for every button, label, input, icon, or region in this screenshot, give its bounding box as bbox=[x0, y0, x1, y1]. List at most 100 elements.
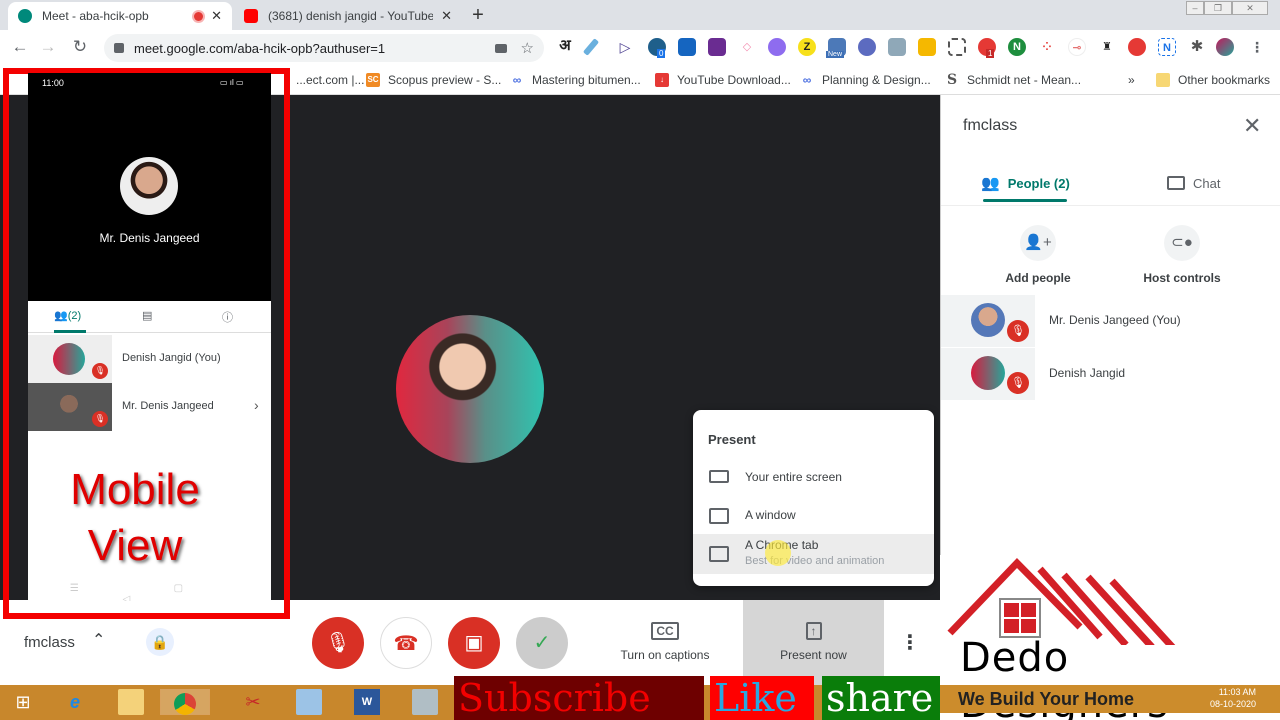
bookmark-item[interactable]: ↓ YouTube Download... bbox=[655, 72, 791, 88]
participant-row[interactable]: 🎙 Denish Jangid bbox=[941, 348, 1280, 400]
present-entire-screen[interactable]: Your entire screen bbox=[693, 460, 934, 496]
mobile-time: 11:00 bbox=[42, 78, 64, 88]
browser-toolbar: ← → ↻ meet.google.com/aba-hcik-opb?authu… bbox=[0, 30, 1280, 65]
mobile-tab-people[interactable]: 👥(2) bbox=[54, 309, 81, 322]
bookmark-item[interactable]: S Schmidt net - Mean... bbox=[945, 72, 1081, 88]
new-tab-button[interactable]: + bbox=[468, 5, 488, 26]
tab-title: Meet - aba-hcik-opb bbox=[42, 9, 149, 23]
close-tab-icon[interactable]: ✕ bbox=[211, 8, 222, 24]
present-window[interactable]: A window bbox=[693, 498, 934, 534]
extension-icon[interactable] bbox=[888, 38, 906, 56]
bookmark-item[interactable]: SC Scopus preview - S... bbox=[366, 72, 501, 88]
tab-meet[interactable]: Meet - aba-hcik-opb ✕ bbox=[8, 2, 232, 30]
meeting-details-button[interactable]: fmclass bbox=[24, 634, 75, 651]
extension-icon[interactable]: ◇ bbox=[738, 38, 756, 56]
tab-youtube[interactable]: (3681) denish jangid - YouTube ✕ bbox=[234, 2, 462, 30]
notepad-icon[interactable] bbox=[296, 689, 322, 715]
schmidt-icon: S bbox=[946, 72, 958, 88]
z-extension-icon[interactable]: Z bbox=[798, 38, 816, 56]
chrome-taskbar-icon[interactable] bbox=[160, 689, 210, 716]
screen-capture-extension-icon[interactable] bbox=[948, 38, 966, 56]
forward-button[interactable]: → bbox=[36, 36, 60, 60]
tab-chat[interactable]: Chat bbox=[1167, 165, 1220, 201]
minimize-button[interactable]: – bbox=[1186, 1, 1204, 15]
other-bookmarks[interactable]: Other bookmarks bbox=[1156, 72, 1270, 88]
folder-icon bbox=[1156, 73, 1170, 87]
bookmark-item[interactable]: ∞ Mastering bitumen... bbox=[510, 72, 641, 88]
more-options-icon[interactable]: ⋮ bbox=[900, 630, 920, 655]
bookmark-star-icon[interactable]: ☆ bbox=[521, 39, 534, 57]
word-icon[interactable]: W bbox=[354, 689, 380, 715]
windows-start-icon[interactable]: ⊞ bbox=[10, 689, 36, 715]
share-banner: share bbox=[822, 676, 958, 720]
active-tab-indicator bbox=[983, 199, 1067, 202]
tab-people[interactable]: 👥 People (2) bbox=[981, 165, 1070, 201]
n-extension-icon[interactable]: N bbox=[1158, 38, 1176, 56]
close-tab-icon[interactable]: ✕ bbox=[441, 8, 452, 24]
chevron-up-icon[interactable]: ⌃ bbox=[92, 630, 105, 650]
mobile-participant-row[interactable]: 🎙 Denish Jangid (You) bbox=[28, 335, 271, 383]
internet-explorer-icon[interactable]: e bbox=[62, 689, 88, 715]
check-button[interactable]: ✓ bbox=[516, 617, 568, 669]
meeting-name: fmclass bbox=[963, 117, 1018, 134]
bookmark-item[interactable]: ...ect.com |... bbox=[296, 72, 364, 88]
camera-toggle-button[interactable]: ▣ bbox=[448, 617, 500, 669]
browser-tab-strip: Meet - aba-hcik-opb ✕ (3681) denish jang… bbox=[0, 0, 1280, 30]
side-panel: fmclass ✕ 👥 People (2) Chat 👤+ Add peopl… bbox=[940, 95, 1280, 600]
extension-badge: 1 bbox=[986, 49, 995, 58]
address-bar[interactable]: meet.google.com/aba-hcik-opb?authuser=1 … bbox=[104, 34, 544, 62]
meet-favicon-icon bbox=[18, 9, 32, 23]
people-icon: 👥 bbox=[981, 175, 1000, 192]
close-panel-icon[interactable]: ✕ bbox=[1243, 113, 1261, 139]
bookmarks-overflow-button[interactable]: » bbox=[1128, 72, 1135, 88]
toggle-icon: ⊂● bbox=[1164, 225, 1200, 261]
new-badge: New bbox=[826, 51, 845, 58]
present-chrome-tab[interactable]: A Chrome tab Best for video and animatio… bbox=[693, 534, 934, 574]
captions-button[interactable]: CC Turn on captions bbox=[590, 600, 740, 685]
mobile-view-caption: Mobile View bbox=[70, 465, 200, 570]
extension-icon[interactable] bbox=[1128, 38, 1146, 56]
camera-icon[interactable] bbox=[494, 43, 507, 53]
mobile-tab-chat[interactable]: ▤ bbox=[142, 309, 152, 322]
leave-call-button[interactable]: ☎ bbox=[380, 617, 432, 669]
chat-icon bbox=[1167, 176, 1185, 190]
bookmark-item[interactable]: ∞ Planning & Design... bbox=[800, 72, 931, 88]
scopus-icon: SC bbox=[366, 73, 380, 87]
file-explorer-icon[interactable] bbox=[118, 689, 144, 715]
system-clock: 11:03 AM 08-10-2020 bbox=[1210, 687, 1257, 709]
captions-icon: CC bbox=[651, 622, 679, 640]
chrome-menu-icon[interactable]: ⋮ bbox=[1248, 38, 1266, 56]
participant-row[interactable]: 🎙 Mr. Denis Jangeed (You) bbox=[941, 295, 1280, 347]
extension-icon[interactable]: ♜ bbox=[1098, 38, 1116, 56]
n-extension-icon[interactable]: N bbox=[1008, 38, 1026, 56]
mobile-tab-info[interactable]: ⓘ bbox=[222, 309, 233, 325]
extension-icon[interactable] bbox=[708, 38, 726, 56]
close-window-button[interactable]: ✕ bbox=[1232, 1, 1268, 15]
security-shield-icon[interactable]: 🔒 bbox=[146, 628, 174, 656]
calculator-icon[interactable] bbox=[412, 689, 438, 715]
extension-icon[interactable] bbox=[768, 38, 786, 56]
hindi-extension-icon[interactable]: अ bbox=[556, 37, 574, 55]
screenshot-extension-icon[interactable] bbox=[678, 38, 696, 56]
signal-battery-icon: ▭ ıl ▭ bbox=[220, 78, 244, 87]
extension-icon[interactable]: ⁘ bbox=[1038, 38, 1056, 56]
extension-icon[interactable] bbox=[858, 38, 876, 56]
recording-icon bbox=[194, 11, 204, 21]
extension-icon[interactable]: ⊸ bbox=[1068, 38, 1086, 56]
snipping-tool-icon[interactable]: ✂ bbox=[240, 689, 266, 715]
extensions-puzzle-icon[interactable]: ✱ bbox=[1188, 38, 1206, 56]
present-now-button[interactable]: ↑ Present now bbox=[743, 600, 884, 685]
cursor-extension-icon[interactable]: ▷ bbox=[616, 38, 634, 56]
present-menu: Present Your entire screen A window A Ch… bbox=[693, 410, 934, 586]
mic-toggle-button[interactable]: 🎙 bbox=[312, 617, 364, 669]
mobile-participant-row[interactable]: 🎙 Mr. Denis Jangeed › bbox=[28, 383, 271, 431]
participant-avatar bbox=[971, 303, 1005, 337]
add-people-button[interactable]: 👤+ Add people bbox=[978, 225, 1098, 285]
reload-button[interactable]: ↻ bbox=[68, 36, 92, 60]
restore-button[interactable]: ❐ bbox=[1204, 1, 1232, 15]
host-controls-button[interactable]: ⊂● Host controls bbox=[1122, 225, 1242, 285]
chevron-right-icon[interactable]: › bbox=[254, 397, 259, 413]
profile-avatar[interactable] bbox=[1216, 38, 1234, 56]
extension-icon[interactable] bbox=[918, 38, 936, 56]
back-button[interactable]: ← bbox=[8, 36, 32, 60]
